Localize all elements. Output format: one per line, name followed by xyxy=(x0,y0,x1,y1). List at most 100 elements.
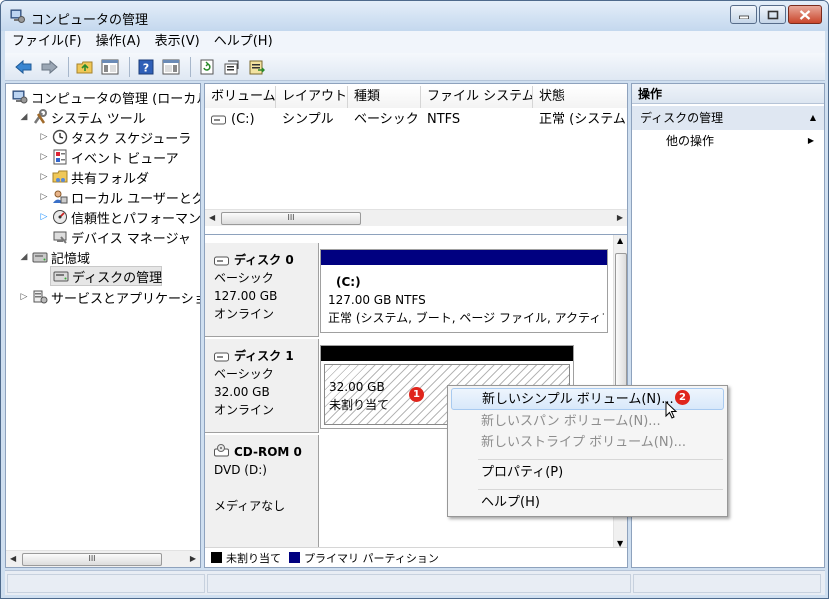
submenu-arrow-icon: ▶ xyxy=(807,136,814,145)
disk-1-label[interactable]: ディスク 1 ベーシック 32.00 GB オンライン xyxy=(205,339,319,433)
scroll-left-icon[interactable]: ◀ xyxy=(209,213,215,222)
disk-0-label[interactable]: ディスク 0 ベーシック 127.00 GB オンライン xyxy=(205,243,319,337)
column-type[interactable]: 種類 xyxy=(348,86,421,108)
scrollbar-thumb[interactable]: III xyxy=(221,212,361,225)
tree-item-device-manager[interactable]: デバイス マネージャ xyxy=(50,227,191,247)
tree-item-label: システム ツール xyxy=(51,111,146,127)
menu-help[interactable]: ヘルプ(H) xyxy=(207,31,280,53)
tree-item-label: 信頼性とパフォーマンス xyxy=(71,211,201,227)
expanded-arrow-icon[interactable]: ◢ xyxy=(18,252,30,262)
scroll-right-icon[interactable]: ▶ xyxy=(190,554,196,563)
export-button[interactable] xyxy=(246,56,268,78)
volume-list-header: ボリューム レイアウト 種類 ファイル システム 状態 xyxy=(205,86,627,108)
volume-list-horizontal-scrollbar[interactable]: ◀ III ▶ xyxy=(205,209,627,226)
tree-item-event-viewer[interactable]: ▷ イベント ビューア xyxy=(38,147,179,167)
cell-file-system: NTFS xyxy=(427,112,461,127)
actions-section-disk-management[interactable]: ディスクの管理 ▲ xyxy=(632,106,824,130)
disk-size: 32.00 GB xyxy=(214,385,270,399)
minimize-button[interactable] xyxy=(730,5,757,24)
mouse-pointer-icon xyxy=(665,401,678,419)
column-file-system[interactable]: ファイル システム xyxy=(421,86,533,108)
menu-item-properties[interactable]: プロパティ(P) xyxy=(451,462,724,484)
tree-item-reliability[interactable]: ▷ 信頼性とパフォーマンス xyxy=(38,207,201,227)
collapsed-arrow-icon[interactable]: ▷ xyxy=(38,152,50,162)
status-segment xyxy=(633,574,821,593)
collapsed-arrow-icon[interactable]: ▷ xyxy=(38,212,50,222)
export-icon xyxy=(249,60,265,74)
tree-item-label: サービスとアプリケーション xyxy=(51,291,200,307)
legend-unallocated-swatch xyxy=(211,552,222,563)
tree-item-root[interactable]: コンピュータの管理 (ローカル) xyxy=(10,87,201,107)
back-button[interactable] xyxy=(13,56,35,78)
minimize-icon xyxy=(738,15,749,19)
show-hide-tree-button[interactable] xyxy=(99,56,121,78)
up-folder-button[interactable] xyxy=(74,56,96,78)
maximize-icon xyxy=(767,10,778,19)
menu-separator xyxy=(478,459,723,460)
scroll-left-icon[interactable]: ◀ xyxy=(10,554,16,563)
tree-item-shared-folders[interactable]: ▷ 共有フォルダ xyxy=(38,167,149,187)
forward-button[interactable] xyxy=(38,56,60,78)
cdrom-icon xyxy=(214,444,229,457)
scroll-right-icon[interactable]: ▶ xyxy=(617,213,623,222)
menu-view[interactable]: 表示(V) xyxy=(148,31,207,53)
cdrom-type: DVD (D:) xyxy=(214,463,267,477)
collapsed-arrow-icon[interactable]: ▷ xyxy=(38,172,50,182)
show-hide-action-icon xyxy=(162,59,180,74)
tree-item-label: ローカル ユーザーとグループ xyxy=(71,191,200,207)
legend-unallocated-label: 未割り当て xyxy=(226,551,281,565)
forward-icon xyxy=(41,59,58,74)
computer-management-icon xyxy=(12,89,28,105)
volume-c[interactable]: (C:) 127.00 GB NTFS 正常 (システム, ブート, ページ フ… xyxy=(320,249,608,333)
event-viewer-icon xyxy=(52,149,68,165)
menu-item-new-striped-volume[interactable]: 新しいストライプ ボリューム(N)... xyxy=(451,432,724,454)
disk-state: オンライン xyxy=(214,307,275,321)
refresh-button[interactable] xyxy=(196,56,218,78)
table-row[interactable]: (C:) シンプル ベーシック NTFS 正常 (システム, ブート, ページ … xyxy=(205,110,628,130)
close-button[interactable] xyxy=(788,5,822,24)
cdrom-media: メディアなし xyxy=(214,499,286,513)
collapsed-arrow-icon[interactable]: ▷ xyxy=(38,192,50,202)
expanded-arrow-icon[interactable]: ◢ xyxy=(18,112,30,122)
column-volume[interactable]: ボリューム xyxy=(205,86,276,108)
collapsed-arrow-icon[interactable]: ▷ xyxy=(18,292,30,302)
scrollbar-thumb[interactable]: III xyxy=(22,553,162,566)
tree-item-system-tools[interactable]: ◢ システム ツール xyxy=(18,107,146,127)
column-layout[interactable]: レイアウト xyxy=(276,86,348,108)
scroll-up-icon[interactable]: ▲ xyxy=(617,236,623,245)
menu-item-help[interactable]: ヘルプ(H) xyxy=(451,492,724,514)
users-icon xyxy=(52,189,68,205)
title-bar[interactable]: コンピュータの管理 xyxy=(1,1,828,31)
actions-more[interactable]: 他の操作 ▶ xyxy=(632,130,824,152)
show-hide-action-button[interactable] xyxy=(160,56,182,78)
tree-item-task-scheduler[interactable]: ▷ タスク スケジューラ xyxy=(38,127,191,147)
menu-file[interactable]: ファイル(F) xyxy=(5,31,89,53)
tree-item-local-users[interactable]: ▷ ローカル ユーザーとグループ xyxy=(38,187,200,207)
tree-item-services-apps[interactable]: ▷ サービスとアプリケーション xyxy=(18,287,200,307)
tree-item-storage[interactable]: ◢ 記憶域 xyxy=(18,247,90,267)
computer-management-icon xyxy=(10,9,25,23)
cell-status: 正常 (システム, ブート, ページ ファイル, アクティブ) xyxy=(539,112,628,127)
collapse-up-icon[interactable]: ▲ xyxy=(810,106,816,130)
cdrom-0-label[interactable]: CD-ROM 0 DVD (D:) メディアなし xyxy=(205,435,319,549)
properties-button[interactable] xyxy=(221,56,243,78)
column-status[interactable]: 状態 xyxy=(533,86,627,108)
tree-item-label: コンピュータの管理 (ローカル) xyxy=(31,91,201,107)
services-icon xyxy=(32,289,48,305)
menu-item-new-spanned-volume[interactable]: 新しいスパン ボリューム(N)... xyxy=(451,411,724,433)
toolbar-separator xyxy=(68,56,69,77)
status-bar xyxy=(5,570,825,595)
tools-icon xyxy=(32,109,48,125)
clock-icon xyxy=(52,129,68,145)
disk-size: 127.00 GB xyxy=(214,289,278,303)
collapsed-arrow-icon[interactable]: ▷ xyxy=(38,132,50,142)
maximize-button[interactable] xyxy=(759,5,786,24)
menu-action[interactable]: 操作(A) xyxy=(89,31,148,53)
tree-item-label: イベント ビューア xyxy=(71,151,179,167)
help-button[interactable]: ? xyxy=(135,56,157,78)
primary-partition-bar xyxy=(321,250,607,265)
tree-item-disk-management[interactable]: ディスクの管理 xyxy=(50,266,162,286)
close-icon xyxy=(799,9,811,20)
tree-horizontal-scrollbar[interactable]: ◀ III ▶ xyxy=(6,550,200,567)
legend: 未割り当て プライマリ パーティション xyxy=(205,547,627,567)
